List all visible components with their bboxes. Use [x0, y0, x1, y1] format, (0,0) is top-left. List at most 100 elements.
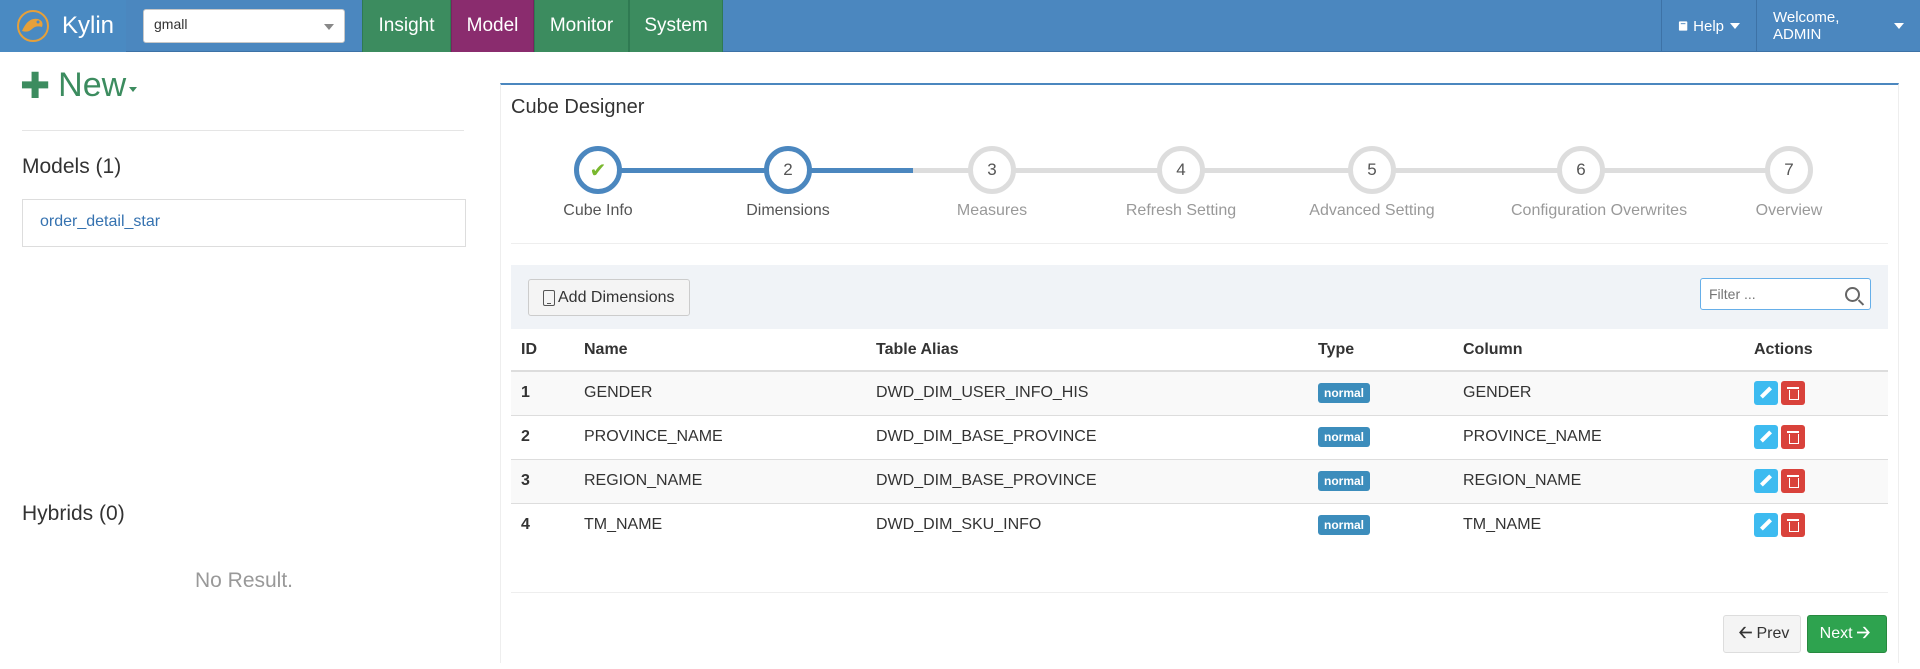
step-number: 5 — [1348, 146, 1396, 194]
cell-table-alias: DWD_DIM_SKU_INFO — [866, 502, 1308, 547]
table-row: 4 TM_NAME DWD_DIM_SKU_INFO normal TM_NAM… — [511, 502, 1888, 547]
kylin-logo-icon — [17, 10, 49, 42]
cell-column: PROVINCE_NAME — [1453, 414, 1744, 459]
next-button[interactable]: Next 🡢 — [1807, 615, 1887, 653]
chevron-down-icon — [324, 24, 334, 30]
cell-column: TM_NAME — [1453, 502, 1744, 547]
cell-name: TM_NAME — [574, 502, 866, 547]
trash-icon[interactable] — [1781, 381, 1805, 406]
type-badge: normal — [1318, 471, 1371, 491]
brand-name: Kylin — [62, 12, 115, 39]
chevron-down-icon — [1730, 23, 1740, 29]
column-header-type[interactable]: Type — [1308, 329, 1453, 372]
edit-icon[interactable] — [1754, 425, 1778, 449]
next-label: Next — [1819, 625, 1853, 642]
edit-icon[interactable] — [1754, 381, 1778, 406]
new-button[interactable]: ✚ New — [20, 64, 138, 106]
tab-monitor[interactable]: Monitor — [534, 0, 629, 52]
table-row: 2 PROVINCE_NAME DWD_DIM_BASE_PROVINCE no… — [511, 414, 1888, 459]
cell-column: REGION_NAME — [1453, 458, 1744, 503]
arrow-left-icon: 🡠 — [1738, 622, 1753, 642]
trash-icon[interactable] — [1781, 425, 1805, 449]
dimensions-table: ID Name Table Alias Type Column Actions … — [511, 329, 1888, 547]
cell-type: normal — [1308, 458, 1453, 503]
wizard-step-advanced-setting[interactable]: 5 Advanced Setting — [1302, 146, 1442, 220]
cell-actions — [1744, 370, 1888, 415]
welcome-label: Welcome, ADMIN — [1773, 9, 1840, 43]
tab-insight[interactable]: Insight — [362, 0, 451, 52]
arrow-right-icon: 🡢 — [1856, 622, 1871, 642]
check-icon: ✔ — [574, 146, 622, 194]
divider — [511, 243, 1888, 244]
cell-name: REGION_NAME — [574, 458, 866, 503]
cell-column: GENDER — [1453, 370, 1744, 415]
tablet-icon — [543, 289, 555, 306]
cell-actions — [1744, 502, 1888, 547]
cell-type: normal — [1308, 414, 1453, 459]
cell-id: 4 — [511, 502, 574, 547]
edit-icon[interactable] — [1754, 469, 1778, 493]
wizard-step-label: Cube Info — [563, 202, 633, 219]
wizard-step-cube-info[interactable]: ✔ Cube Info — [528, 146, 668, 220]
help-label: Help — [1693, 17, 1724, 35]
wizard-step-label: Advanced Setting — [1309, 202, 1435, 219]
model-list: order_detail_star — [22, 199, 466, 247]
main-nav: Insight Model Monitor System — [362, 0, 723, 52]
wizard-step-overview[interactable]: 7 Overview — [1719, 146, 1859, 220]
table-row: 1 GENDER DWD_DIM_USER_INFO_HIS normal GE… — [511, 370, 1888, 415]
cell-type: normal — [1308, 370, 1453, 415]
type-badge: normal — [1318, 383, 1371, 404]
help-menu[interactable]: Help — [1661, 0, 1756, 52]
new-label: New — [58, 66, 127, 104]
brand[interactable]: Kylin — [0, 0, 126, 52]
wizard-step-dimensions[interactable]: 2 Dimensions — [718, 146, 858, 220]
wizard-step-measures[interactable]: 3 Measures — [922, 146, 1062, 220]
wizard-step-configuration-overwrites[interactable]: 6 Configuration Overwrites — [1511, 146, 1687, 220]
wizard-step-label: Measures — [956, 202, 1028, 219]
table-header-row: ID Name Table Alias Type Column Actions — [511, 329, 1888, 372]
sidebar-divider — [22, 130, 464, 131]
column-header-table-alias[interactable]: Table Alias — [866, 329, 1308, 372]
column-header-column[interactable]: Column — [1453, 329, 1744, 372]
add-dimensions-button[interactable]: Add Dimensions — [528, 279, 690, 316]
cell-id: 1 — [511, 370, 574, 415]
page-title: Cube Designer — [511, 96, 645, 118]
column-header-name[interactable]: Name — [574, 329, 866, 372]
add-dimensions-label: Add Dimensions — [558, 288, 675, 306]
plus-icon: ✚ — [20, 64, 51, 106]
type-badge: normal — [1318, 427, 1371, 447]
chevron-down-icon — [1894, 23, 1904, 29]
cell-name: GENDER — [574, 370, 866, 415]
hybrids-empty-text: No Result. — [194, 569, 294, 592]
cell-table-alias: DWD_DIM_BASE_PROVINCE — [866, 414, 1308, 459]
user-menu[interactable]: Welcome, ADMIN — [1756, 0, 1920, 52]
cell-id: 2 — [511, 414, 574, 459]
cell-actions — [1744, 458, 1888, 503]
tab-system[interactable]: System — [629, 0, 723, 52]
step-number: 2 — [764, 146, 812, 194]
table-row: 3 REGION_NAME DWD_DIM_BASE_PROVINCE norm… — [511, 458, 1888, 503]
hybrids-heading: Hybrids (0) — [22, 502, 125, 525]
cell-table-alias: DWD_DIM_USER_INFO_HIS — [866, 370, 1308, 415]
wizard-step-label: Dimensions — [746, 202, 830, 219]
prev-button[interactable]: 🡠 Prev — [1723, 615, 1801, 653]
tab-model[interactable]: Model — [451, 0, 534, 52]
divider — [511, 592, 1888, 593]
project-select[interactable]: gmall — [143, 9, 345, 43]
book-icon — [1678, 21, 1688, 31]
nav-right: Help Welcome, ADMIN — [1661, 0, 1920, 52]
model-item[interactable]: order_detail_star — [40, 213, 160, 230]
edit-icon[interactable] — [1754, 513, 1778, 538]
column-header-id[interactable]: ID — [511, 329, 574, 372]
cell-type: normal — [1308, 502, 1453, 547]
chevron-down-icon — [129, 87, 138, 92]
trash-icon[interactable] — [1781, 513, 1805, 538]
search-icon — [1845, 287, 1860, 302]
step-number: 4 — [1157, 146, 1205, 194]
cell-actions — [1744, 414, 1888, 459]
wizard-steps: ✔ Cube Info 2 Dimensions 3 Measures 4 Re… — [511, 140, 1888, 240]
type-badge: normal — [1318, 515, 1371, 536]
trash-icon[interactable] — [1781, 469, 1805, 493]
wizard-step-refresh-setting[interactable]: 4 Refresh Setting — [1111, 146, 1251, 220]
cell-table-alias: DWD_DIM_BASE_PROVINCE — [866, 458, 1308, 503]
